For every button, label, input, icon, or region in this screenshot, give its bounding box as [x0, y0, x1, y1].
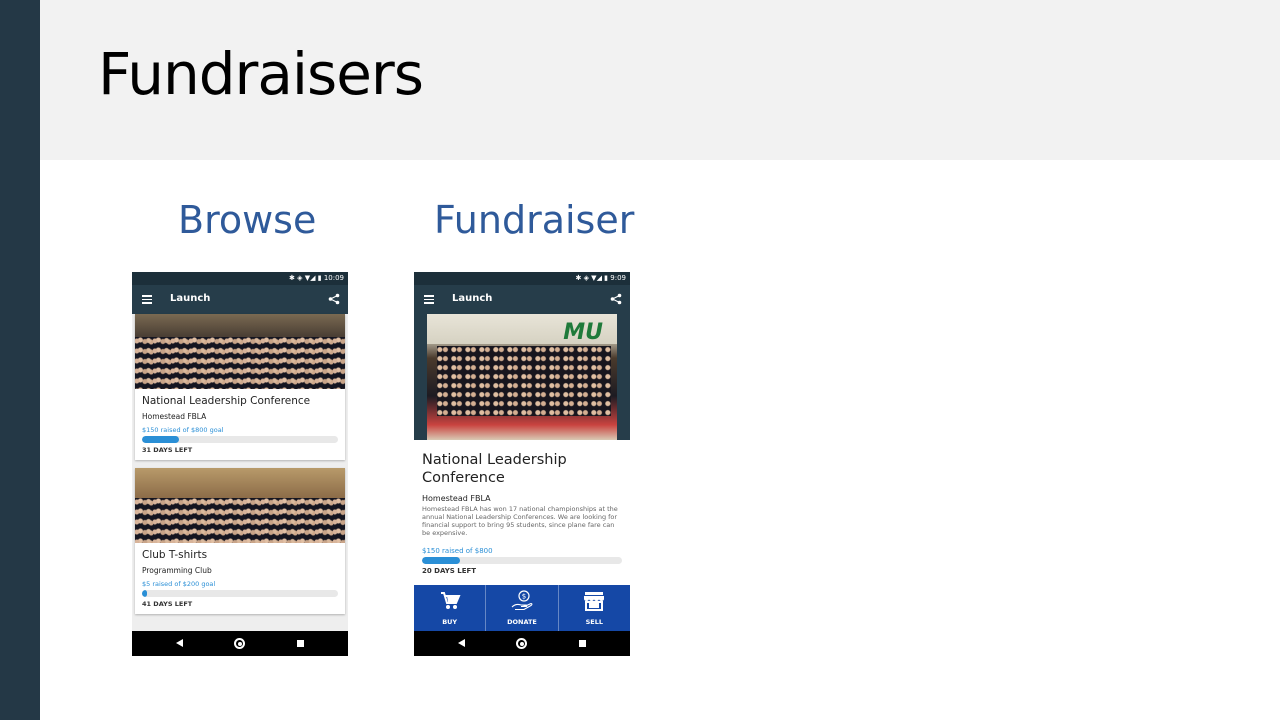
android-nav-bar [132, 631, 348, 656]
slide: Fundraisers Browse Fundraiser ✱ ◈ ▼◢ ▮ 1… [0, 0, 1280, 720]
back-icon[interactable] [458, 639, 465, 647]
status-bar: ✱ ◈ ▼◢ ▮ 10:09 [132, 272, 348, 285]
status-icons: ✱ ◈ ▼◢ ▮ [289, 274, 324, 282]
card-org: Homestead FBLA [142, 412, 207, 421]
recent-apps-icon[interactable] [297, 640, 304, 647]
cart-icon [440, 592, 461, 609]
fundraiser-title: National Leadership Conference [422, 452, 567, 486]
donate-label: DONATE [507, 618, 537, 626]
progress-bar [142, 590, 338, 597]
share-icon[interactable] [610, 293, 622, 305]
buy-label: BUY [442, 618, 458, 626]
slide-title: Fundraisers [98, 40, 424, 108]
app-title: Launch [170, 293, 211, 304]
hero-photo: MU [427, 314, 617, 440]
fundraiser-phone-screenshot: ✱ ◈ ▼◢ ▮ 9:09 Launch MU National Leaders… [414, 272, 630, 656]
recent-apps-icon[interactable] [579, 640, 586, 647]
fundraiser-org: Homestead FBLA [422, 494, 491, 503]
days-left: 20 DAYS LEFT [422, 567, 477, 575]
donate-hand-icon: $ [511, 590, 533, 611]
left-accent-bar [0, 0, 40, 720]
fundraiser-description: Homestead FBLA has won 17 national champ… [422, 505, 618, 537]
raised-text: $150 raised of $800 [422, 547, 493, 555]
card-photo [135, 314, 345, 389]
share-icon[interactable] [328, 293, 340, 305]
app-bar: Launch [132, 285, 348, 314]
donate-button[interactable]: $ DONATE [485, 585, 557, 631]
progress-bar [142, 436, 338, 443]
progress-fill [142, 436, 180, 443]
progress-fill [422, 557, 460, 564]
raised-text: $5 raised of $200 goal [142, 580, 216, 588]
browse-label: Browse [178, 198, 317, 242]
fundraiser-card[interactable]: Club T-shirts Programming Club $5 raised… [135, 468, 345, 614]
card-title: Club T-shirts [142, 549, 208, 561]
status-icons: ✱ ◈ ▼◢ ▮ [575, 274, 611, 282]
sell-button[interactable]: SELL [557, 585, 630, 631]
sell-label: SELL [585, 618, 604, 626]
hero-photo-frame: MU [414, 314, 630, 440]
days-left: 31 DAYS LEFT [142, 446, 193, 454]
status-time: 9:09 [610, 274, 626, 282]
buy-button[interactable]: BUY [414, 585, 485, 631]
status-time: 10:09 [323, 274, 344, 282]
back-icon[interactable] [176, 639, 183, 647]
storefront-icon [584, 592, 605, 611]
menu-icon[interactable] [424, 295, 434, 304]
android-nav-bar [414, 631, 630, 656]
card-title: National Leadership Conference [142, 395, 311, 407]
app-title: Launch [452, 293, 493, 304]
home-icon[interactable] [234, 638, 245, 649]
card-photo [135, 468, 345, 543]
fundraiser-card[interactable]: National Leadership Conference Homestead… [135, 314, 345, 460]
svg-text:$: $ [522, 593, 526, 601]
app-bar: Launch [414, 285, 630, 314]
progress-bar [422, 557, 622, 564]
banner-text: MU [563, 320, 603, 345]
menu-icon[interactable] [142, 295, 152, 304]
action-bar: BUY $ DONATE SELL [414, 585, 630, 631]
home-icon[interactable] [516, 638, 527, 649]
progress-fill [142, 590, 147, 597]
card-org: Programming Club [142, 566, 212, 575]
fundraiser-details: National Leadership Conference Homestead… [414, 440, 630, 585]
browse-phone-screenshot: ✱ ◈ ▼◢ ▮ 10:09 Launch National Leadershi… [132, 272, 348, 656]
days-left: 41 DAYS LEFT [142, 600, 193, 608]
raised-text: $150 raised of $800 goal [142, 426, 224, 434]
fundraiser-label: Fundraiser [434, 198, 635, 242]
status-bar: ✱ ◈ ▼◢ ▮ 9:09 [414, 272, 630, 285]
